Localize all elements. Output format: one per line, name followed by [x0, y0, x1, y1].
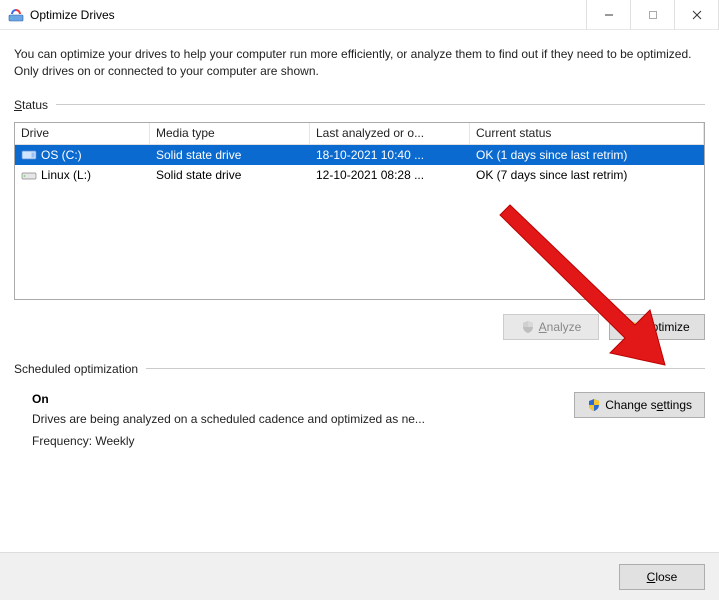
scheduled-section-label: Scheduled optimization	[14, 362, 705, 376]
column-header-drive[interactable]: Drive	[15, 123, 150, 144]
shield-icon	[587, 398, 601, 412]
drive-name: Linux (L:)	[41, 168, 91, 182]
window-controls	[587, 0, 719, 30]
drives-list[interactable]: Drive Media type Last analyzed or o... C…	[14, 122, 705, 300]
optimize-button[interactable]: Optimize	[609, 314, 705, 340]
column-header-status[interactable]: Current status	[470, 123, 704, 144]
drive-icon	[21, 149, 37, 161]
drive-media: Solid state drive	[150, 165, 310, 185]
shield-icon	[521, 320, 535, 334]
shield-icon	[624, 320, 638, 334]
window-title: Optimize Drives	[30, 8, 587, 22]
bottom-bar: Close	[0, 552, 719, 600]
intro-text: You can optimize your drives to help you…	[14, 46, 705, 80]
drive-media: Solid state drive	[150, 145, 310, 165]
drive-icon	[21, 169, 37, 181]
titlebar: Optimize Drives	[0, 0, 719, 30]
drive-last: 18-10-2021 10:40 ...	[310, 145, 470, 165]
analyze-button[interactable]: Analyze	[503, 314, 599, 340]
column-header-last[interactable]: Last analyzed or o...	[310, 123, 470, 144]
drive-status: OK (1 days since last retrim)	[470, 145, 704, 165]
drive-name: OS (C:)	[41, 148, 82, 162]
minimize-button[interactable]	[586, 0, 631, 30]
app-icon	[8, 7, 24, 23]
status-section-label: Status	[14, 98, 705, 112]
column-header-media[interactable]: Media type	[150, 123, 310, 144]
change-settings-button[interactable]: Change settings	[574, 392, 705, 418]
close-button[interactable]: Close	[619, 564, 705, 590]
maximize-button[interactable]	[630, 0, 675, 30]
drive-last: 12-10-2021 08:28 ...	[310, 165, 470, 185]
table-row[interactable]: Linux (L:) Solid state drive 12-10-2021 …	[15, 165, 704, 185]
schedule-frequency: Frequency: Weekly	[32, 434, 574, 448]
schedule-desc: Drives are being analyzed on a scheduled…	[32, 412, 574, 426]
drive-status: OK (7 days since last retrim)	[470, 165, 704, 185]
close-window-button[interactable]	[674, 0, 719, 30]
drives-header: Drive Media type Last analyzed or o... C…	[15, 123, 704, 145]
table-row[interactable]: OS (C:) Solid state drive 18-10-2021 10:…	[15, 145, 704, 165]
schedule-on-label: On	[32, 392, 574, 406]
